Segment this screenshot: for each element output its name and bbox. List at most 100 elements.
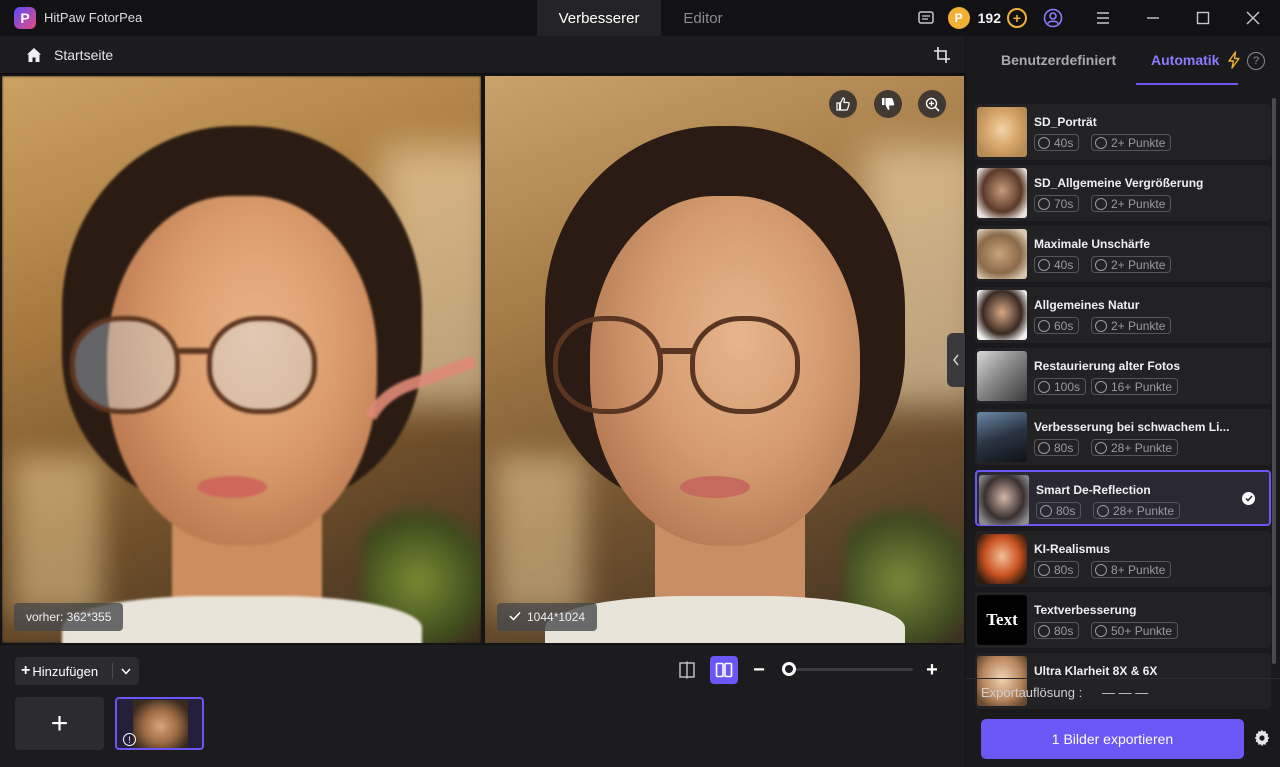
model-points-badge: 50+ Punkte bbox=[1091, 622, 1179, 639]
model-name: Textverbesserung bbox=[1034, 603, 1137, 617]
zoom-in-icon[interactable] bbox=[918, 90, 946, 118]
model-item[interactable]: Allgemeines Natur 60s 2+ Punkte bbox=[975, 287, 1271, 343]
model-points: 28+ Punkte bbox=[1113, 503, 1175, 518]
buy-credits-button[interactable]: + bbox=[1007, 8, 1027, 28]
model-thumbnail bbox=[979, 475, 1029, 525]
tab-automatik[interactable]: Automatik bbox=[1151, 52, 1219, 68]
model-name: Ultra Klarheit 8X & 6X bbox=[1034, 664, 1158, 678]
model-points-badge: 2+ Punkte bbox=[1091, 317, 1172, 334]
model-time: 100s bbox=[1054, 379, 1081, 394]
home-icon[interactable] bbox=[25, 46, 43, 64]
account-icon[interactable] bbox=[1041, 6, 1065, 30]
chevron-down-icon[interactable] bbox=[118, 661, 134, 681]
clock-icon bbox=[1038, 380, 1050, 393]
home-link[interactable]: Startseite bbox=[54, 47, 113, 63]
model-points-badge: 2+ Punkte bbox=[1091, 195, 1172, 212]
after-size-label: 1044*1024 bbox=[527, 610, 586, 624]
minimize-icon[interactable] bbox=[1141, 6, 1165, 30]
model-item[interactable]: Smart De-Reflection 80s 28+ Punkte bbox=[975, 470, 1271, 526]
tab-verbesserer[interactable]: Verbesserer bbox=[537, 0, 661, 36]
model-item[interactable]: SD_Allgemeine Vergrößerung 70s 2+ Punkte bbox=[975, 165, 1271, 221]
model-thumbnail bbox=[977, 534, 1027, 584]
model-time: 80s bbox=[1054, 623, 1074, 638]
close-icon[interactable] bbox=[1241, 6, 1265, 30]
add-image-tile[interactable]: + bbox=[15, 697, 104, 750]
zoom-slider-handle[interactable] bbox=[781, 662, 796, 676]
model-name: SD_Allgemeine Vergrößerung bbox=[1034, 176, 1204, 190]
model-points-badge: 2+ Punkte bbox=[1091, 134, 1172, 151]
model-time-badge: 80s bbox=[1034, 622, 1080, 639]
title-controls: P 192 + bbox=[914, 0, 1280, 36]
collapse-panel-button[interactable] bbox=[947, 333, 965, 387]
model-points: 28+ Punkte bbox=[1111, 440, 1173, 455]
crop-icon[interactable] bbox=[933, 46, 951, 64]
model-thumbnail bbox=[977, 412, 1027, 462]
thumbs-up-icon[interactable] bbox=[829, 90, 857, 118]
clock-icon bbox=[1038, 136, 1050, 149]
zoom-slider[interactable] bbox=[781, 662, 913, 676]
bottom-toolbar: + Hinzufügen − + + ! bbox=[0, 645, 965, 767]
main-tabs: Verbesserer Editor bbox=[537, 0, 745, 36]
after-preview[interactable]: 1044*1024 bbox=[485, 76, 964, 643]
clock-icon bbox=[1040, 504, 1052, 517]
model-points: 2+ Punkte bbox=[1111, 257, 1166, 272]
model-list-scrollbar[interactable] bbox=[1272, 98, 1276, 664]
model-item[interactable]: Restaurierung alter Fotos 100s 16+ Punkte bbox=[975, 348, 1271, 404]
model-thumbnail bbox=[977, 229, 1027, 279]
tab-benutzerdefiniert[interactable]: Benutzerdefiniert bbox=[1001, 52, 1116, 68]
coin-icon bbox=[1095, 197, 1107, 210]
add-button-divider bbox=[112, 663, 113, 679]
breadcrumb-bar: Startseite bbox=[0, 36, 965, 74]
model-name: Maximale Unschärfe bbox=[1034, 237, 1151, 251]
scrollbar-thumb[interactable] bbox=[1272, 98, 1276, 664]
tab-editor[interactable]: Editor bbox=[661, 0, 745, 36]
model-thumbnail bbox=[977, 290, 1027, 340]
single-view-icon[interactable] bbox=[673, 656, 701, 684]
help-icon[interactable]: ? bbox=[1247, 52, 1265, 70]
after-size-badge: 1044*1024 bbox=[497, 603, 598, 631]
image-thumbnail[interactable]: ! bbox=[115, 697, 204, 750]
credits-count: 192 bbox=[977, 10, 1001, 26]
coin-icon bbox=[1095, 563, 1107, 576]
coin-icon bbox=[1095, 624, 1107, 637]
model-name: Verbesserung bei schwachem Li... bbox=[1034, 420, 1230, 434]
model-item[interactable]: SD_Porträt 40s 2+ Punkte bbox=[975, 104, 1271, 160]
panel-tabs: Benutzerdefiniert Automatik ? bbox=[966, 36, 1280, 86]
model-time-badge: 80s bbox=[1036, 502, 1082, 519]
coin-icon bbox=[1095, 380, 1107, 393]
model-time-badge: 80s bbox=[1034, 439, 1080, 456]
model-item[interactable]: Verbesserung bei schwachem Li... 80s 28+ P… bbox=[975, 409, 1271, 465]
model-panel: Benutzerdefiniert Automatik ? SD_Porträt… bbox=[966, 36, 1280, 767]
check-icon bbox=[509, 610, 521, 624]
model-item[interactable]: Ultra Klarheit 8X & 6X bbox=[975, 653, 1271, 709]
add-button[interactable]: + Hinzufügen bbox=[15, 657, 139, 685]
model-time-badge: 70s bbox=[1034, 195, 1080, 212]
clock-icon bbox=[1038, 197, 1050, 210]
lightning-icon bbox=[1227, 51, 1241, 69]
model-points-badge: 2+ Punkte bbox=[1091, 256, 1172, 273]
split-view-icon[interactable] bbox=[710, 656, 738, 684]
model-item[interactable]: Maximale Unschärfe 40s 2+ Punkte bbox=[975, 226, 1271, 282]
model-time: 40s bbox=[1054, 135, 1074, 150]
active-tab-indicator bbox=[1136, 83, 1238, 85]
model-item[interactable]: KI-Realismus 80s 8+ Punkte bbox=[975, 531, 1271, 587]
maximize-icon[interactable] bbox=[1191, 6, 1215, 30]
after-image bbox=[485, 76, 964, 643]
model-item[interactable]: Text Textverbesserung 80s 50+ Punkte bbox=[975, 592, 1271, 648]
model-thumbnail bbox=[977, 168, 1027, 218]
model-thumbnail bbox=[977, 107, 1027, 157]
model-time-badge: 80s bbox=[1034, 561, 1080, 578]
before-size-badge: vorher: 362*355 bbox=[14, 603, 124, 631]
gear-icon[interactable] bbox=[1253, 729, 1273, 749]
zoom-in-button[interactable]: + bbox=[923, 657, 941, 683]
before-preview[interactable]: vorher: 362*355 bbox=[2, 76, 481, 643]
zoom-out-button[interactable]: − bbox=[750, 657, 768, 683]
export-button[interactable]: 1 Bilder exportieren bbox=[981, 719, 1244, 759]
clock-icon bbox=[1038, 441, 1050, 454]
info-icon[interactable]: ! bbox=[123, 733, 136, 746]
model-points: 50+ Punkte bbox=[1111, 623, 1173, 638]
messages-icon[interactable] bbox=[914, 6, 938, 30]
menu-icon[interactable] bbox=[1091, 6, 1115, 30]
thumbs-down-icon[interactable] bbox=[874, 90, 902, 118]
model-thumbnail bbox=[977, 351, 1027, 401]
